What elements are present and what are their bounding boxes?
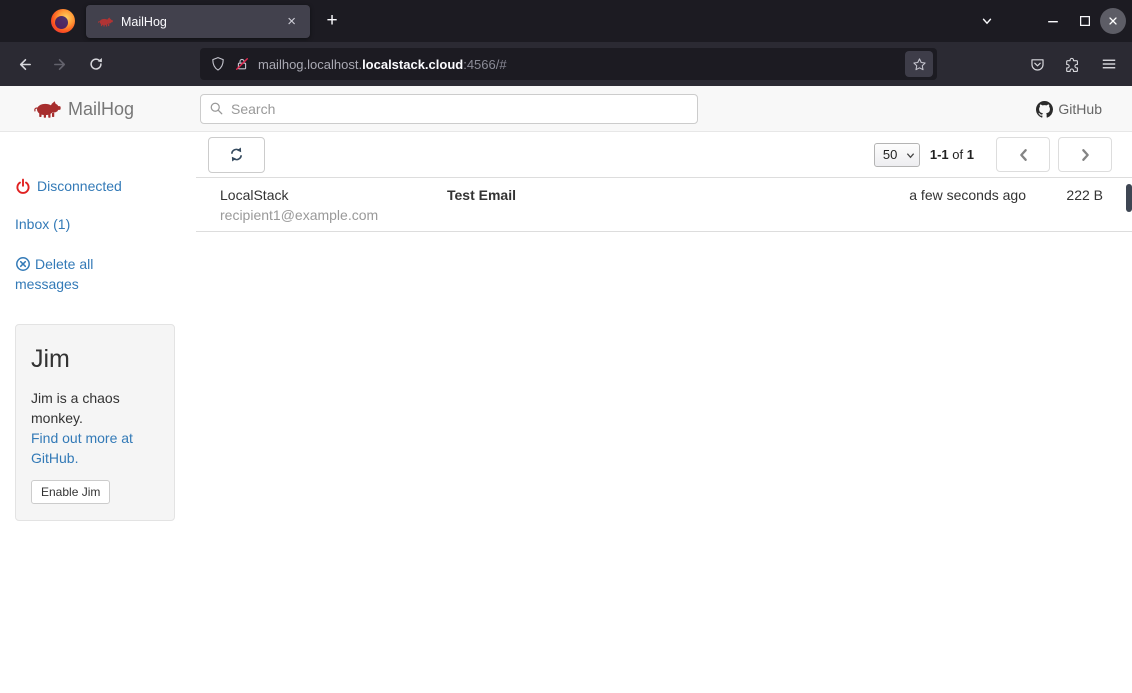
prev-page-button[interactable]	[996, 137, 1050, 172]
app-header: MailHog GitHub	[0, 86, 1132, 132]
back-button[interactable]	[9, 49, 39, 79]
search-icon	[209, 101, 224, 116]
message-from-column: LocalStack recipient1@example.com	[220, 185, 447, 225]
firefox-icon[interactable]	[51, 9, 75, 33]
sidebar-item-delete-all[interactable]: Delete all messages	[15, 254, 196, 294]
github-icon	[1036, 101, 1053, 118]
brand-title: MailHog	[68, 99, 134, 120]
message-row[interactable]: LocalStack recipient1@example.com Test E…	[196, 178, 1132, 232]
inbox-label: Inbox (1)	[15, 216, 70, 232]
refresh-icon	[228, 146, 245, 163]
page-size-select[interactable]: 50	[874, 143, 920, 167]
jim-github-link[interactable]: Find out more at GitHub.	[31, 428, 159, 468]
delete-circle-icon	[15, 256, 31, 272]
new-tab-button[interactable]: +	[318, 7, 346, 35]
hamburger-menu-icon[interactable]	[1094, 49, 1124, 79]
tab-title: MailHog	[121, 15, 283, 29]
insecure-lock-icon[interactable]	[234, 56, 250, 72]
browser-tab-bar: MailHog × +	[0, 0, 1132, 42]
message-size: 222 B	[1026, 185, 1103, 225]
search-box	[200, 94, 698, 124]
window-close-button[interactable]	[1100, 8, 1126, 34]
refresh-button[interactable]	[208, 137, 265, 173]
sidebar-item-inbox[interactable]: Inbox (1)	[15, 216, 196, 232]
chevron-left-icon	[1018, 148, 1029, 162]
address-bar[interactable]: mailhog.localhost.localstack.cloud:4566/…	[200, 48, 937, 80]
message-list-area: 50 1-1 of 1	[196, 132, 1132, 693]
jim-title: Jim	[31, 345, 159, 374]
message-sender: LocalStack	[220, 185, 447, 205]
mailhog-pig-icon	[98, 17, 113, 27]
browser-nav-toolbar: mailhog.localhost.localstack.cloud:4566/…	[0, 42, 1132, 86]
window-maximize-button[interactable]	[1072, 8, 1098, 34]
connection-status[interactable]: Disconnected	[15, 178, 196, 194]
jim-description: Jim is a chaos monkey.	[31, 388, 159, 428]
page-body: Disconnected Inbox (1) Delete all messag…	[0, 132, 1132, 693]
url-text: mailhog.localhost.localstack.cloud:4566/…	[258, 57, 905, 72]
github-link[interactable]: GitHub	[1036, 86, 1102, 132]
page-size-control: 50	[874, 143, 920, 167]
list-toolbar: 50 1-1 of 1	[196, 132, 1132, 178]
reload-button[interactable]	[81, 49, 111, 79]
search-input[interactable]	[200, 94, 698, 124]
message-recipient: recipient1@example.com	[220, 205, 447, 225]
power-icon	[15, 178, 31, 194]
enable-jim-button[interactable]: Enable Jim	[31, 480, 110, 504]
sidebar: Disconnected Inbox (1) Delete all messag…	[0, 132, 196, 693]
firefox-window: MailHog × +	[0, 0, 1132, 693]
mailhog-brand[interactable]: MailHog	[34, 86, 134, 132]
bookmark-star-icon[interactable]	[905, 51, 933, 77]
message-subject: Test Email	[447, 185, 866, 225]
list-all-tabs-icon[interactable]	[974, 8, 1000, 34]
mailhog-logo-icon	[34, 101, 61, 118]
pocket-icon[interactable]	[1022, 49, 1052, 79]
chevron-right-icon	[1080, 148, 1091, 162]
pagination-range: 1-1 of 1	[930, 147, 974, 162]
tab-close-icon[interactable]: ×	[283, 12, 300, 31]
jim-panel: Jim Jim is a chaos monkey. Find out more…	[15, 324, 175, 521]
next-page-button[interactable]	[1058, 137, 1112, 172]
github-label: GitHub	[1058, 101, 1102, 117]
message-received-time: a few seconds ago	[866, 185, 1026, 225]
scrollbar-thumb[interactable]	[1126, 184, 1132, 212]
window-minimize-button[interactable]	[1040, 8, 1066, 34]
browser-tab-mailhog[interactable]: MailHog ×	[86, 5, 310, 38]
tracking-shield-icon[interactable]	[210, 56, 226, 72]
connection-status-label: Disconnected	[37, 178, 122, 194]
forward-button[interactable]	[45, 49, 75, 79]
extensions-puzzle-icon[interactable]	[1058, 49, 1088, 79]
